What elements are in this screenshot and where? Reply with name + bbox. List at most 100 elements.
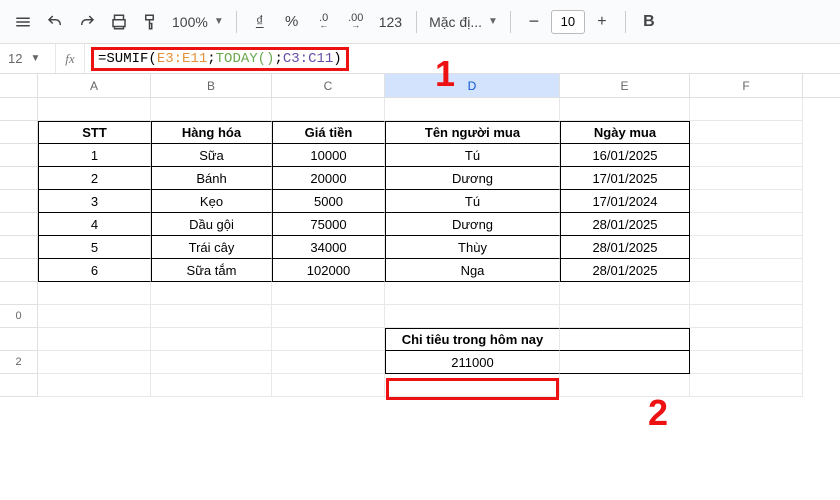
col-header-A[interactable]: A — [38, 74, 151, 97]
cell-stt[interactable]: 2 — [38, 167, 151, 190]
cell[interactable] — [690, 236, 803, 259]
col-header-F[interactable]: F — [690, 74, 803, 97]
summary-value[interactable]: 211000 — [385, 351, 560, 374]
cell-ngay[interactable]: 28/01/2025 — [560, 213, 690, 236]
cell-ngay[interactable]: 28/01/2025 — [560, 236, 690, 259]
cell[interactable] — [151, 328, 272, 351]
zoom-dropdown[interactable]: 100% ▼ — [168, 9, 228, 35]
table-header-gia[interactable]: Giá tiền — [272, 121, 385, 144]
col-header-D[interactable]: D — [385, 74, 560, 97]
row-header[interactable] — [0, 121, 38, 144]
row-header[interactable] — [0, 236, 38, 259]
cell-ngay[interactable]: 17/01/2024 — [560, 190, 690, 213]
paint-format-icon[interactable] — [136, 7, 166, 37]
cell[interactable] — [560, 374, 690, 397]
cell[interactable] — [272, 282, 385, 305]
cell-ten[interactable]: Thùy — [385, 236, 560, 259]
font-dropdown[interactable]: Mặc đị... ▼ — [425, 9, 502, 35]
row-header[interactable] — [0, 144, 38, 167]
summary-label[interactable]: Chi tiêu trong hôm nay — [385, 328, 560, 351]
row-header[interactable]: 2 — [0, 351, 38, 374]
row-header[interactable] — [0, 328, 38, 351]
cell-stt[interactable]: 4 — [38, 213, 151, 236]
bold-button[interactable]: B — [634, 7, 664, 37]
cell-ngay[interactable]: 28/01/2025 — [560, 259, 690, 282]
cell-stt[interactable]: 1 — [38, 144, 151, 167]
decrease-decimal-icon[interactable]: .0 ← — [309, 7, 339, 37]
cell[interactable] — [385, 98, 560, 121]
cell[interactable] — [560, 305, 690, 328]
cell-hang[interactable]: Dầu gội — [151, 213, 272, 236]
cell[interactable] — [151, 282, 272, 305]
cell[interactable] — [272, 98, 385, 121]
cell-gia[interactable]: 34000 — [272, 236, 385, 259]
cell-hang[interactable]: Kẹo — [151, 190, 272, 213]
cell[interactable] — [690, 282, 803, 305]
cell[interactable] — [385, 282, 560, 305]
row-header[interactable] — [0, 259, 38, 282]
cell[interactable] — [151, 98, 272, 121]
font-size-input[interactable] — [551, 10, 585, 34]
cell[interactable] — [560, 98, 690, 121]
col-header-B[interactable]: B — [151, 74, 272, 97]
percent-icon[interactable]: % — [277, 7, 307, 37]
increase-font-button[interactable]: + — [587, 7, 617, 37]
cell-ten[interactable]: Tú — [385, 190, 560, 213]
cell[interactable] — [560, 282, 690, 305]
name-box[interactable]: 12 ▼ — [0, 51, 55, 66]
cell[interactable] — [560, 328, 690, 351]
cell-gia[interactable]: 20000 — [272, 167, 385, 190]
cell[interactable] — [151, 374, 272, 397]
currency-icon[interactable]: ₫ — [245, 7, 275, 37]
menu-icon[interactable] — [8, 7, 38, 37]
cell[interactable] — [690, 98, 803, 121]
cell[interactable] — [38, 98, 151, 121]
cell-stt[interactable]: 6 — [38, 259, 151, 282]
cell[interactable] — [690, 305, 803, 328]
cell-stt[interactable]: 5 — [38, 236, 151, 259]
cell-hang[interactable]: Trái cây — [151, 236, 272, 259]
cell-ngay[interactable]: 16/01/2025 — [560, 144, 690, 167]
cell-gia[interactable]: 5000 — [272, 190, 385, 213]
row-header[interactable] — [0, 282, 38, 305]
cell-ten[interactable]: Tú — [385, 144, 560, 167]
cell[interactable] — [690, 351, 803, 374]
cell[interactable] — [38, 351, 151, 374]
cell[interactable] — [272, 305, 385, 328]
row-header[interactable] — [0, 98, 38, 121]
row-header[interactable] — [0, 374, 38, 397]
cell[interactable] — [272, 328, 385, 351]
cell[interactable] — [38, 282, 151, 305]
cell-hang[interactable]: Bánh — [151, 167, 272, 190]
col-header-C[interactable]: C — [272, 74, 385, 97]
cell[interactable] — [38, 328, 151, 351]
col-header-E[interactable]: E — [560, 74, 690, 97]
select-all-corner[interactable] — [0, 74, 38, 97]
undo-icon[interactable] — [40, 7, 70, 37]
cell[interactable] — [385, 374, 560, 397]
cell-gia[interactable]: 10000 — [272, 144, 385, 167]
table-header-ten[interactable]: Tên người mua — [385, 121, 560, 144]
table-header-hang[interactable]: Hàng hóa — [151, 121, 272, 144]
more-formats-button[interactable]: 123 — [373, 7, 408, 37]
row-header[interactable] — [0, 167, 38, 190]
cell[interactable] — [690, 374, 803, 397]
cell-ten[interactable]: Dương — [385, 213, 560, 236]
cell-hang[interactable]: Sữa tắm — [151, 259, 272, 282]
redo-icon[interactable] — [72, 7, 102, 37]
cell-gia[interactable]: 75000 — [272, 213, 385, 236]
formula-input[interactable]: =SUMIF(E3:E11;TODAY();C3:C11) — [85, 45, 840, 73]
cell-stt[interactable]: 3 — [38, 190, 151, 213]
cell[interactable] — [272, 351, 385, 374]
cell[interactable] — [690, 213, 803, 236]
cell[interactable] — [690, 121, 803, 144]
cell[interactable] — [690, 259, 803, 282]
cell-ngay[interactable]: 17/01/2025 — [560, 167, 690, 190]
row-header[interactable] — [0, 213, 38, 236]
cell[interactable] — [690, 167, 803, 190]
cell-hang[interactable]: Sữa — [151, 144, 272, 167]
row-header[interactable] — [0, 190, 38, 213]
cell[interactable] — [690, 190, 803, 213]
cell[interactable] — [38, 374, 151, 397]
cell[interactable] — [38, 305, 151, 328]
